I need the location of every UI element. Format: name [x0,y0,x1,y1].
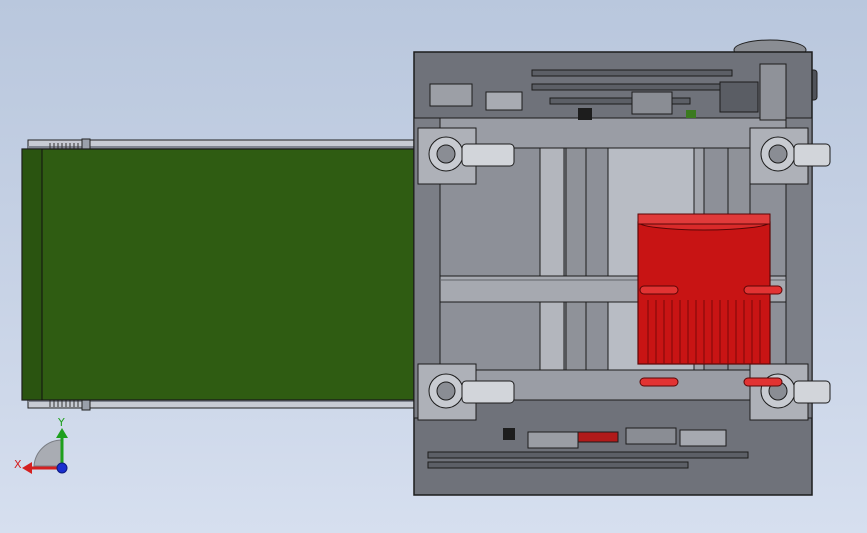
chain-middle [531,83,733,91]
bearing-top-right[interactable] [749,127,831,185]
x-axis-head [22,462,32,474]
lower-chain-2 [427,461,689,469]
model-viewport[interactable]: Y X [0,0,867,533]
drive-shaft-mid [565,147,587,371]
lower-chain-1 [427,451,749,459]
motor-mount-slot-4 [743,377,783,387]
y-axis-label: Y [57,416,65,429]
motor-mount-slot-1 [639,285,679,295]
sprocket-left-2 [485,91,523,111]
lower-bearing [679,429,727,447]
lower-block-dark [503,428,515,440]
y-axis-head [56,428,68,438]
bearing-bottom-right[interactable] [749,363,831,421]
bearing-housing-top [631,91,673,115]
lower-sprocket-left [527,431,579,449]
motor-mount-slot-3 [639,377,679,387]
small-block-dark [578,108,592,120]
motor-cap-band [637,213,771,225]
gear-right [719,81,759,113]
sprocket-left [429,83,473,107]
z-axis-dot [56,462,68,474]
lower-sprocket-red [577,431,619,443]
conveyor-belt[interactable] [21,148,415,401]
motor-mount-slot-2 [743,285,783,295]
x-axis-label: X [14,458,22,471]
lower-sprocket-mid [625,427,677,445]
drive-shaft-left [539,147,565,371]
chain-top [531,69,733,77]
triad-plane-disc [33,439,63,467]
motor-bracket-top [759,63,787,121]
drive-motor[interactable] [637,213,783,387]
small-block-green [686,110,696,118]
coordinate-triad: Y X [14,416,68,474]
belt-end-roller [21,148,43,401]
